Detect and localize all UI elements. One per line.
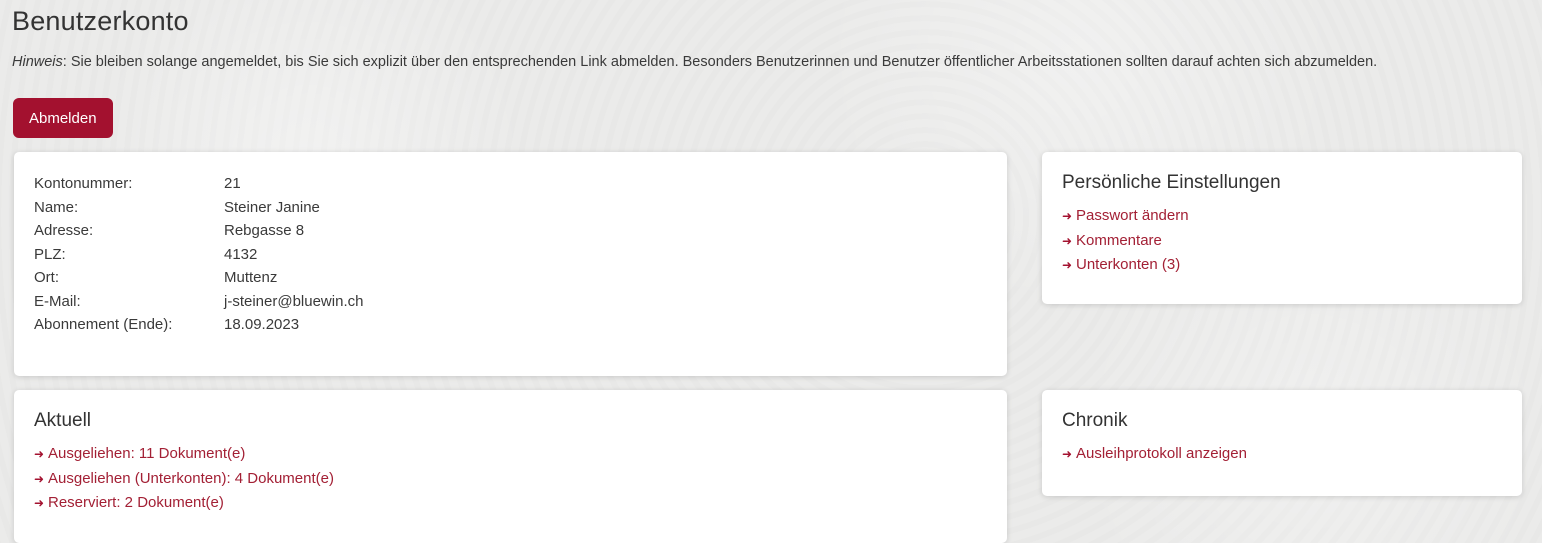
account-label: Abonnement (Ende): bbox=[34, 316, 173, 333]
account-row-number: Kontonummer: 21 bbox=[34, 172, 363, 196]
history-link-list: ➜ Ausleihprotokoll anzeigen bbox=[1062, 442, 1502, 467]
arrow-right-icon: ➜ bbox=[34, 447, 45, 461]
page-title: Benutzerkonto bbox=[12, 6, 189, 36]
arrow-right-icon: ➜ bbox=[1062, 258, 1073, 272]
arrow-right-icon: ➜ bbox=[1062, 209, 1073, 223]
list-item: ➜ Kommentare bbox=[1062, 229, 1502, 254]
list-item: ➜ Ausgeliehen (Unterkonten): 4 Dokument(e… bbox=[34, 467, 987, 492]
current-card: Aktuell ➜ Ausgeliehen: 11 Dokument(e) ➜ Au… bbox=[14, 390, 1007, 543]
account-info-table: Kontonummer: 21 Name: Steiner Janine Adr… bbox=[34, 172, 363, 337]
account-details-card: Kontonummer: 21 Name: Steiner Janine Adr… bbox=[14, 152, 1007, 376]
loan-history-link[interactable]: Ausleihprotokoll anzeigen bbox=[1076, 445, 1247, 462]
current-title: Aktuell bbox=[34, 410, 92, 431]
change-password-link[interactable]: Passwort ändern bbox=[1076, 207, 1189, 224]
hint-label: Hinweis bbox=[12, 54, 63, 70]
account-value: Muttenz bbox=[224, 269, 278, 286]
account-label: Ort: bbox=[34, 269, 59, 286]
account-value: Rebgasse 8 bbox=[224, 222, 305, 239]
account-value: Steiner Janine bbox=[224, 198, 320, 216]
account-label: Adresse: bbox=[34, 222, 94, 239]
account-value: j-steiner@bluewin.ch bbox=[224, 292, 364, 310]
history-card: Chronik ➜ Ausleihprotokoll anzeigen bbox=[1042, 390, 1522, 496]
account-value: 21 bbox=[224, 175, 241, 192]
list-item: ➜ Passwort ändern bbox=[1062, 204, 1502, 229]
comments-link[interactable]: Kommentare bbox=[1076, 232, 1162, 249]
personal-settings-card: Persönliche Einstellungen ➜ Passwort ände… bbox=[1042, 152, 1522, 304]
account-label: E-Mail: bbox=[34, 292, 81, 310]
account-label: PLZ: bbox=[34, 245, 66, 263]
account-row-name: Name: Steiner Janine bbox=[34, 196, 363, 220]
account-label: Name: bbox=[34, 198, 79, 216]
logout-hint: Hinweis: Sie bleiben solange angemeldet,… bbox=[12, 52, 1527, 72]
arrow-right-icon: ➜ bbox=[1062, 447, 1073, 461]
list-item: ➜ Reserviert: 2 Dokument(e) bbox=[34, 491, 987, 516]
borrowed-sub-accounts-link[interactable]: Ausgeliehen (Unterkonten): 4 Dokument(e) bbox=[48, 470, 334, 487]
account-row-email: E-Mail: j-steiner@bluewin.ch bbox=[34, 290, 363, 314]
account-value: 18.09.2023 bbox=[224, 316, 300, 333]
account-row-city: Ort: Muttenz bbox=[34, 266, 363, 290]
list-item: ➜ Ausgeliehen: 11 Dokument(e) bbox=[34, 442, 987, 467]
history-title: Chronik bbox=[1062, 410, 1128, 431]
current-link-list: ➜ Ausgeliehen: 11 Dokument(e) ➜ Ausgeliehe… bbox=[34, 442, 987, 516]
account-row-zip: PLZ: 4132 bbox=[34, 243, 363, 267]
account-row-address: Adresse: Rebgasse 8 bbox=[34, 219, 363, 243]
settings-link-list: ➜ Passwort ändern ➜ Kommentare ➜ Unterkonte… bbox=[1062, 204, 1502, 278]
sub-accounts-link[interactable]: Unterkonten (3) bbox=[1076, 256, 1180, 273]
reserved-link[interactable]: Reserviert: 2 Dokument(e) bbox=[48, 494, 224, 511]
arrow-right-icon: ➜ bbox=[34, 496, 45, 510]
logout-button[interactable]: Abmelden bbox=[13, 98, 113, 138]
borrowed-link[interactable]: Ausgeliehen: 11 Dokument(e) bbox=[48, 445, 245, 462]
settings-title: Persönliche Einstellungen bbox=[1062, 172, 1281, 193]
list-item: ➜ Ausleihprotokoll anzeigen bbox=[1062, 442, 1502, 467]
list-item: ➜ Unterkonten (3) bbox=[1062, 253, 1502, 278]
account-label: Kontonummer: bbox=[34, 175, 133, 192]
account-row-subscription: Abonnement (Ende): 18.09.2023 bbox=[34, 313, 363, 337]
account-value: 4132 bbox=[224, 245, 258, 263]
hint-text: : Sie bleiben solange angemeldet, bis Si… bbox=[62, 54, 1378, 70]
arrow-right-icon: ➜ bbox=[1062, 233, 1073, 248]
arrow-right-icon: ➜ bbox=[34, 471, 45, 486]
